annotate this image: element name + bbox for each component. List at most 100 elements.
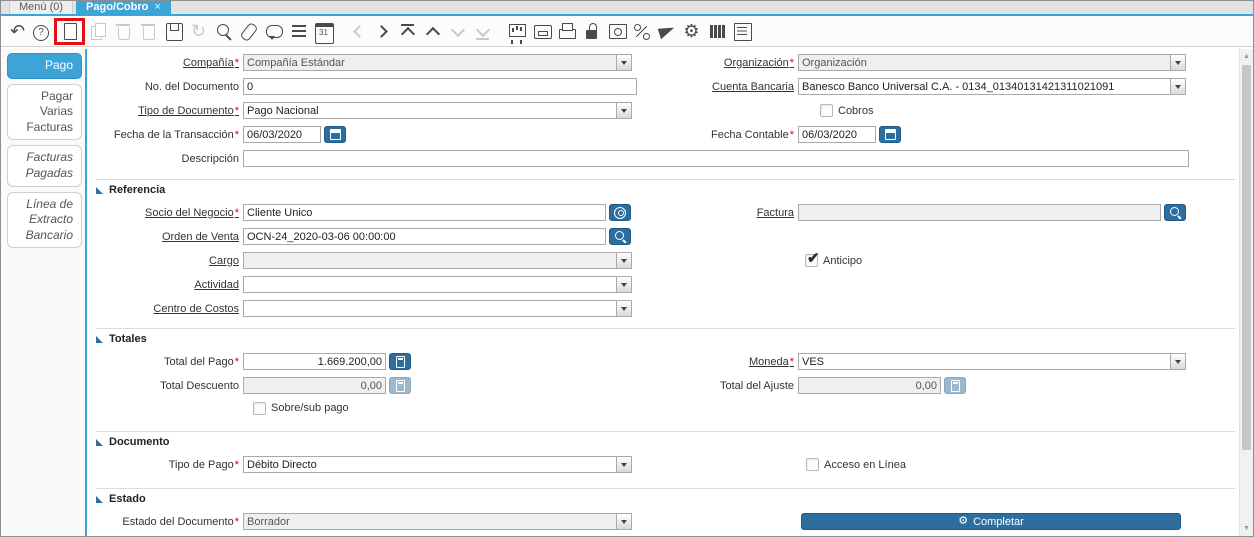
tipo-pago-select[interactable] [243,456,632,473]
sidebar-tab-pagar-varias-facturas[interactable]: Pagar Varias Facturas [7,83,82,141]
total-pago-label: Total del Pago* [164,355,239,368]
attachment-icon[interactable] [237,20,260,43]
cargo-select[interactable] [243,252,632,269]
moneda-value[interactable] [799,354,1170,369]
undo-icon[interactable]: ↶ [6,20,29,43]
archive-icon[interactable] [530,20,553,43]
chat-icon[interactable] [262,20,285,43]
estado-documento-select[interactable] [243,513,632,530]
acceso-en-linea-checkbox-group: Acceso en Línea [806,458,906,471]
sobre-sub-pago-checkbox[interactable] [253,401,266,415]
orden-venta-search-button[interactable] [609,228,631,245]
dropdown-arrow-icon[interactable] [616,277,631,292]
dropdown-arrow-icon[interactable] [616,253,631,268]
dropdown-arrow-icon[interactable] [616,514,631,529]
dropdown-arrow-icon[interactable] [616,301,631,316]
collapse-icon[interactable] [96,438,103,446]
actividad-value[interactable] [244,277,616,292]
sidebar-tab-linea-extracto-bancario[interactable]: Línea de Extracto Bancario [7,191,82,249]
total-pago-input[interactable] [243,353,386,370]
scroll-up-icon[interactable]: ▲ [1240,53,1253,60]
cargo-value[interactable] [244,253,616,268]
compania-select[interactable] [243,54,632,71]
organizacion-value[interactable] [799,55,1170,70]
vertical-scrollbar[interactable]: ▲ ▼ [1239,49,1253,536]
dropdown-arrow-icon[interactable] [1170,55,1185,70]
search-icon [614,230,627,243]
socio-negocio-info-button[interactable] [609,204,631,221]
orden-venta-input[interactable] [243,228,606,245]
tipo-documento-select[interactable] [243,102,632,119]
organizacion-select[interactable] [798,54,1186,71]
preferences-gear-icon[interactable]: ⚙ [680,20,703,43]
dropdown-arrow-icon[interactable] [616,55,631,70]
last-record-icon[interactable] [471,20,494,43]
centro-costos-value[interactable] [244,301,616,316]
first-record-icon[interactable] [396,20,419,43]
collapse-icon[interactable] [96,186,103,194]
fecha-transaccion-calendar-button[interactable] [324,126,346,143]
scroll-down-icon[interactable]: ▼ [1240,525,1253,532]
factura-input[interactable] [798,204,1161,221]
detail-record-icon[interactable] [446,20,469,43]
cuenta-bancaria-value[interactable] [799,79,1170,94]
tipo-documento-value[interactable] [244,103,616,118]
export-report-icon[interactable] [730,20,753,43]
new-record-icon[interactable] [58,20,81,43]
fecha-contable-calendar-button[interactable] [879,126,901,143]
report-icon[interactable] [505,20,528,43]
find-icon[interactable] [212,20,235,43]
delete-selection-icon[interactable] [137,20,160,43]
close-icon[interactable]: × [154,1,160,13]
fecha-transaccion-input[interactable] [243,126,321,143]
send-request-icon[interactable] [655,20,678,43]
dropdown-arrow-icon[interactable] [616,457,631,472]
cobros-checkbox[interactable] [820,104,833,117]
print-icon[interactable] [555,20,578,43]
tab-menu[interactable]: Menú (0) [9,1,74,14]
anticipo-checkbox[interactable]: ✔ [805,250,820,267]
total-pago-calculator-button[interactable] [389,353,411,370]
acceso-en-linea-checkbox[interactable] [806,458,819,471]
moneda-select[interactable] [798,353,1186,370]
copy-record-icon[interactable] [87,20,110,43]
factura-search-button[interactable] [1164,204,1186,221]
compania-value[interactable] [244,55,616,70]
sidebar-tab-facturas-pagadas[interactable]: Facturas Pagadas [7,145,82,187]
dropdown-arrow-icon[interactable] [1170,79,1185,94]
workflow-icon[interactable] [630,19,653,43]
estado-documento-value[interactable] [244,514,616,529]
next-record-icon[interactable] [371,20,394,43]
help-icon[interactable]: ? [33,24,49,41]
scrollbar-thumb[interactable] [1242,65,1251,450]
zoom-across-icon[interactable] [605,20,628,43]
socio-negocio-input[interactable] [243,204,606,221]
total-descuento-calculator-button[interactable] [389,377,411,394]
dropdown-arrow-icon[interactable] [616,103,631,118]
total-ajuste-calculator-button[interactable] [944,377,966,394]
no-documento-input[interactable] [243,78,637,95]
requery-icon[interactable]: ↻ [187,20,210,43]
delete-record-icon[interactable] [112,20,135,43]
total-ajuste-input[interactable] [798,377,941,394]
collapse-icon[interactable] [96,335,103,343]
toggle-grid-icon[interactable] [287,20,310,43]
actividad-select[interactable] [243,276,632,293]
save-icon[interactable] [162,20,185,43]
centro-costos-select[interactable] [243,300,632,317]
lock-icon[interactable] [580,20,603,43]
completar-button[interactable]: ⚙ Completar [801,513,1181,530]
parent-record-icon[interactable] [421,20,444,43]
previous-record-icon[interactable] [346,20,369,43]
dropdown-arrow-icon[interactable] [1170,354,1185,369]
tipo-pago-value[interactable] [244,457,616,472]
collapse-icon[interactable] [96,495,103,503]
tab-pago-cobro[interactable]: Pago/Cobro × [76,1,171,14]
history-icon[interactable]: 31 [312,20,335,44]
cuenta-bancaria-select[interactable] [798,78,1186,95]
fecha-contable-input[interactable] [798,126,876,143]
total-descuento-input[interactable] [243,377,386,394]
descripcion-input[interactable] [243,150,1189,167]
barcode-icon[interactable] [705,20,728,43]
sidebar-tab-pago[interactable]: Pago [7,53,82,79]
